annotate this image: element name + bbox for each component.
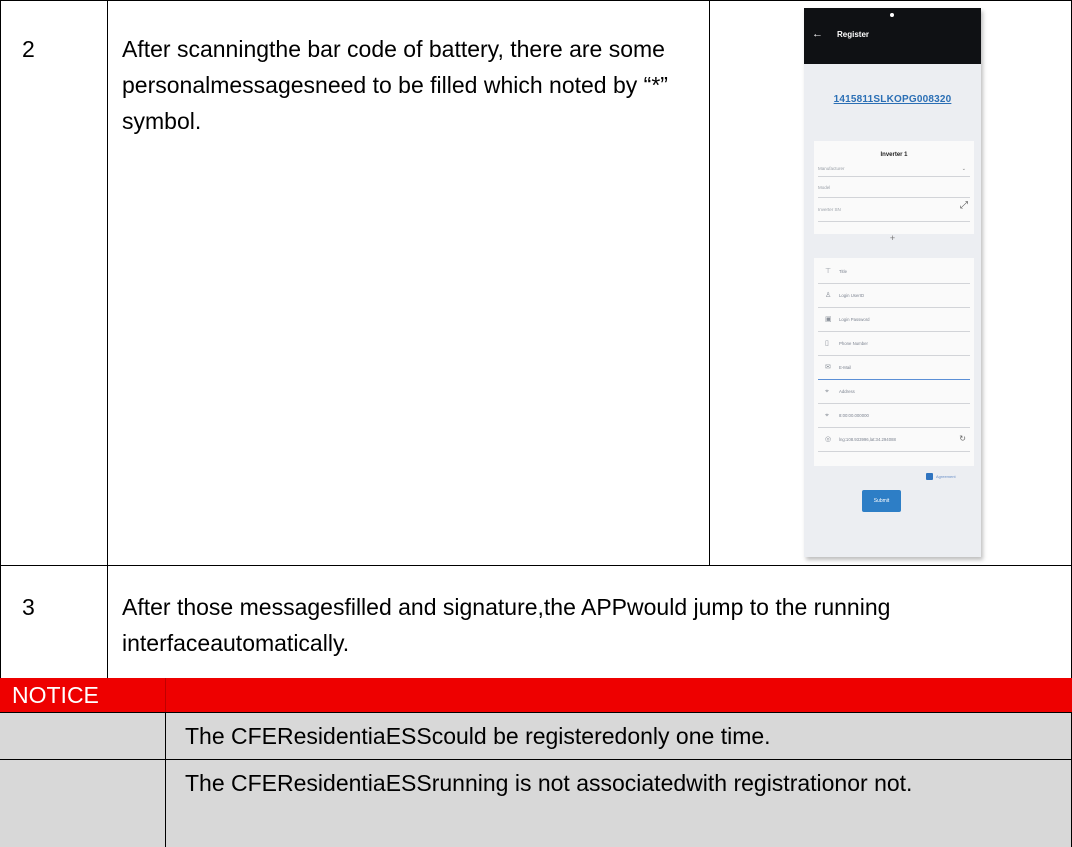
step-description: After those messagesfilled and signature…	[122, 594, 891, 656]
back-arrow-icon: ←	[812, 28, 823, 40]
model-label: Model	[818, 185, 831, 190]
notice-column-divider	[165, 712, 166, 847]
userid-field: ♙ Login UserID	[818, 285, 970, 308]
address-field: ⌖ Address	[818, 381, 970, 404]
field-divider	[818, 197, 970, 198]
field-label: Title	[839, 269, 847, 274]
submit-button: Submit	[862, 490, 901, 512]
image-column-divider	[709, 0, 710, 565]
agreement-label: Agreement	[936, 474, 956, 479]
app-register-screenshot: ← Register 1415811SLKOPG008320 Inverter …	[804, 8, 981, 557]
notice-divider	[165, 678, 166, 712]
step-description: After scanningthe bar code of battery, t…	[122, 36, 668, 134]
gps-field: ◎ lng:108.933996,lat:34.294088 ↻	[818, 429, 970, 452]
notice-row-divider	[0, 759, 1072, 760]
phone-field: ▯ Phone Number	[818, 333, 970, 356]
app-header-title: Register	[837, 30, 870, 39]
field-label: Login UserID	[839, 293, 865, 298]
row-divider	[0, 565, 1072, 566]
field-divider	[818, 221, 970, 222]
field-label: Login Password	[839, 317, 870, 322]
scan-icon: ⤢	[960, 200, 968, 211]
field-divider	[818, 176, 970, 177]
step-number: 3	[22, 594, 35, 620]
inverter-sn-label: Inverter SN	[818, 207, 841, 212]
number-column-divider	[107, 0, 108, 678]
inverter-card: Inverter 1 Manufacturer ⌄ Model Inverter…	[814, 141, 974, 234]
title-icon: ⊤	[825, 268, 832, 275]
user-icon: ♙	[825, 292, 832, 299]
notice-item: The CFEResidentiaESScould be registeredo…	[185, 723, 771, 749]
field-label: 8:00:00.000000	[839, 413, 869, 418]
password-field: ▣ Login Password	[818, 309, 970, 332]
mail-icon: ✉	[825, 364, 831, 371]
manufacturer-label: Manufacturer	[818, 166, 845, 171]
user-info-card: ⊤ Title ♙ Login UserID ▣ Login Password …	[814, 258, 974, 466]
field-label: Phone Number	[839, 341, 868, 346]
location-icon: ⌖	[825, 388, 829, 395]
notice-row-divider	[0, 712, 1072, 713]
battery-serial-code: 1415811SLKOPG008320	[833, 94, 952, 105]
step-number: 2	[22, 36, 35, 62]
location-icon: ⌖	[825, 412, 829, 419]
chevron-down-icon: ⌄	[961, 166, 966, 172]
add-inverter-icon: +	[889, 233, 896, 243]
agreement-checkbox	[926, 473, 933, 480]
field-label: Address	[839, 389, 855, 394]
notice-item: The CFEResidentiaESSrunning is not assoc…	[185, 770, 913, 796]
phone-icon: ▯	[825, 340, 829, 347]
field-label: E-Mail	[839, 365, 852, 370]
field-label: lng:108.933996,lat:34.294088	[839, 437, 896, 442]
gps-icon: ◎	[825, 436, 832, 443]
email-field: ✉ E-Mail	[818, 357, 970, 380]
inverter-title: Inverter 1	[880, 152, 908, 158]
table-border-top	[0, 0, 1072, 1]
notice-label: NOTICE	[12, 682, 99, 708]
refresh-icon: ↻	[959, 434, 966, 443]
camera-dot	[890, 13, 894, 17]
time-field: ⌖ 8:00:00.000000	[818, 405, 970, 428]
lock-icon: ▣	[825, 316, 832, 323]
title-field: ⊤ Title	[818, 261, 970, 284]
app-header: ← Register	[804, 8, 981, 64]
notice-header-bar	[0, 678, 1072, 712]
